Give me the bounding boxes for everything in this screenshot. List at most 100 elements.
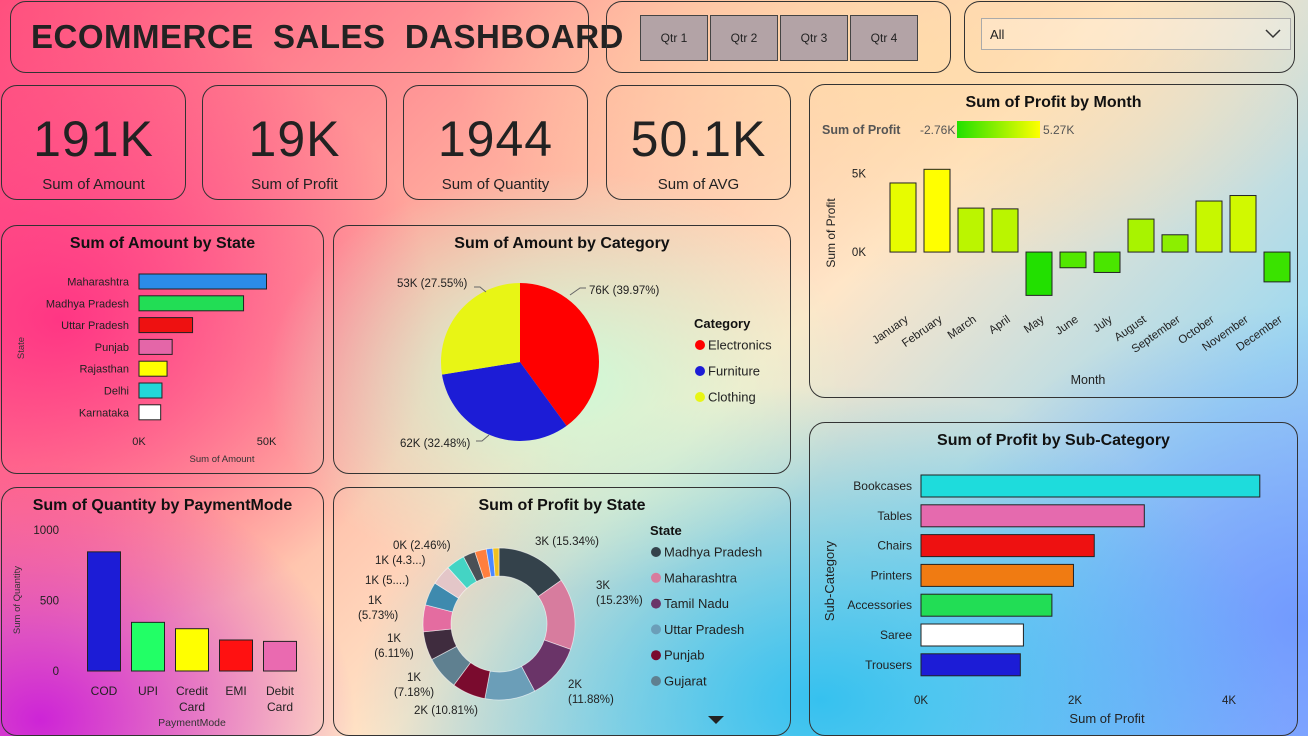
- filter-dropdown[interactable]: All: [981, 18, 1291, 50]
- y-tick-label: 0K: [852, 247, 866, 259]
- y-tick-label: 5K: [852, 169, 866, 181]
- amount-by-category-panel: Sum of Amount by Category 76K (39.97%) 62…: [333, 225, 791, 474]
- y-tick-label: Karnataka: [79, 407, 130, 419]
- amount-by-state-chart: Maharashtra Madhya Pradesh Uttar Pradesh Pu…: [16, 273, 277, 465]
- data-label: 1K: [387, 633, 401, 645]
- y-tick-label: Trousers: [865, 658, 912, 672]
- legend-marker: [651, 547, 661, 557]
- legend-label: Clothing: [708, 390, 756, 405]
- legend-label: Gujarat: [664, 674, 707, 689]
- bar: [1229, 195, 1257, 253]
- quarter-button-2[interactable]: Qtr 2: [710, 15, 778, 61]
- label-leader: [474, 286, 487, 293]
- color-scale-bar: [957, 121, 1040, 138]
- data-label: (11.88%): [568, 694, 614, 706]
- scroll-down-icon[interactable]: [706, 714, 726, 726]
- data-label: (6.11%): [374, 648, 414, 660]
- bar: [1025, 251, 1053, 296]
- x-tick-label: 0K: [132, 436, 146, 448]
- data-label: 3K (15.34%): [535, 536, 599, 548]
- quarter-slicer: Qtr 1 Qtr 2 Qtr 3 Qtr 4: [606, 1, 951, 73]
- x-tick-label: March: [946, 314, 979, 342]
- bar: [1195, 200, 1223, 253]
- filter-panel: All: [964, 1, 1295, 73]
- kpi-value: 1944: [437, 111, 554, 167]
- y-axis-label: Sum of Profit: [824, 198, 838, 268]
- quarter-button-4[interactable]: Qtr 4: [850, 15, 918, 61]
- data-label: 1K (4.3...): [375, 555, 426, 567]
- bar: [131, 621, 165, 672]
- color-scale-min-label: -2.76K: [920, 123, 955, 137]
- legend-label: Maharashtra: [664, 570, 738, 585]
- kpi-card-amount: 191K Sum of Amount: [1, 85, 186, 200]
- y-tick-label: Maharashtra: [67, 277, 130, 289]
- y-tick-label: Delhi: [104, 386, 129, 398]
- legend-title: State: [650, 523, 682, 538]
- kpi-label: Sum of Profit: [251, 176, 338, 193]
- profit-by-state-chart: 3K (15.34%) 3K (15.23%) 2K (11.88%) 2K (10.81…: [358, 523, 762, 717]
- chevron-down-icon: [1265, 29, 1281, 39]
- legend-marker: [695, 392, 705, 402]
- kpi-value: 19K: [248, 111, 341, 167]
- x-tick-label: 50K: [257, 436, 277, 448]
- kpi-value: 191K: [33, 111, 154, 167]
- kpi-card-quantity: 1944 Sum of Quantity: [403, 85, 588, 200]
- kpi-value: 50.1K: [630, 111, 767, 167]
- quantity-by-paymentmode-panel: Sum of Quantity by PaymentMode 0 500 1000 S…: [1, 487, 324, 736]
- bar: [138, 382, 163, 399]
- y-tick-label: Rajasthan: [79, 364, 129, 376]
- y-tick-label: 0: [53, 666, 59, 678]
- bar: [138, 273, 267, 290]
- y-tick-label: Bookcases: [853, 479, 912, 493]
- y-tick-label: Tables: [877, 509, 912, 523]
- data-label: 53K (27.55%): [397, 278, 467, 290]
- bar: [920, 593, 1053, 617]
- label-leader: [476, 434, 490, 442]
- bar: [219, 639, 253, 672]
- x-tick-label: April: [987, 314, 1013, 337]
- y-tick-label: Punjab: [95, 342, 129, 354]
- bar: [138, 360, 168, 377]
- x-tick-label: Card: [179, 700, 205, 714]
- bar: [175, 628, 209, 672]
- kpi-label: Sum of AVG: [657, 176, 740, 193]
- legend-marker: [695, 340, 705, 350]
- x-tick-label: UPI: [138, 684, 158, 698]
- y-axis-label: Sum of Quantity: [12, 566, 23, 634]
- y-tick-label: Madhya Pradesh: [46, 298, 129, 310]
- profit-by-subcategory-panel: Sum of Profit by Sub-Category Bookcases T…: [809, 422, 1298, 736]
- x-tick-label: EMI: [225, 684, 246, 698]
- bar: [1263, 251, 1291, 283]
- profit-by-state-panel: Sum of Profit by State 3K (15.34%) 3K (15.…: [333, 487, 791, 736]
- data-label: 0K (2.46%): [393, 540, 451, 552]
- bar: [1127, 218, 1155, 253]
- data-label: 2K: [568, 679, 582, 691]
- x-tick-label: Credit: [176, 684, 209, 698]
- data-label: 2K (10.81%): [414, 705, 478, 717]
- bar: [920, 504, 1145, 528]
- y-tick-label: Accessories: [847, 598, 912, 612]
- x-axis-label: Sum of Profit: [1069, 711, 1145, 726]
- y-tick-label: 500: [40, 596, 59, 608]
- data-label: (7.18%): [394, 687, 434, 699]
- legend-label: Electronics: [708, 338, 772, 353]
- bar: [991, 208, 1019, 253]
- y-axis-label: State: [16, 337, 27, 359]
- page-title: ECOMMERCE SALES DASHBOARD: [31, 18, 624, 55]
- amount-by-state-panel: Sum of Amount by State Maharashtra Madhya…: [1, 225, 324, 474]
- legend-label: Tamil Nadu: [664, 596, 729, 611]
- legend-marker: [695, 366, 705, 376]
- bar: [138, 338, 173, 355]
- legend-marker: [651, 572, 661, 583]
- x-axis-label: Month: [1071, 373, 1106, 387]
- quantity-by-paymentmode-chart: 0 500 1000 Sum of Quantity COD UPI Credit Card E…: [12, 525, 297, 729]
- bar: [920, 534, 1095, 558]
- pie-slice: [441, 283, 520, 375]
- label-leader: [569, 287, 586, 296]
- quarter-button-1[interactable]: Qtr 1: [640, 15, 708, 61]
- legend-marker: [651, 624, 661, 635]
- legend-title: Category: [694, 316, 751, 331]
- y-tick-label: Saree: [880, 628, 912, 642]
- x-tick-label: COD: [91, 684, 118, 698]
- quarter-button-3[interactable]: Qtr 3: [780, 15, 848, 61]
